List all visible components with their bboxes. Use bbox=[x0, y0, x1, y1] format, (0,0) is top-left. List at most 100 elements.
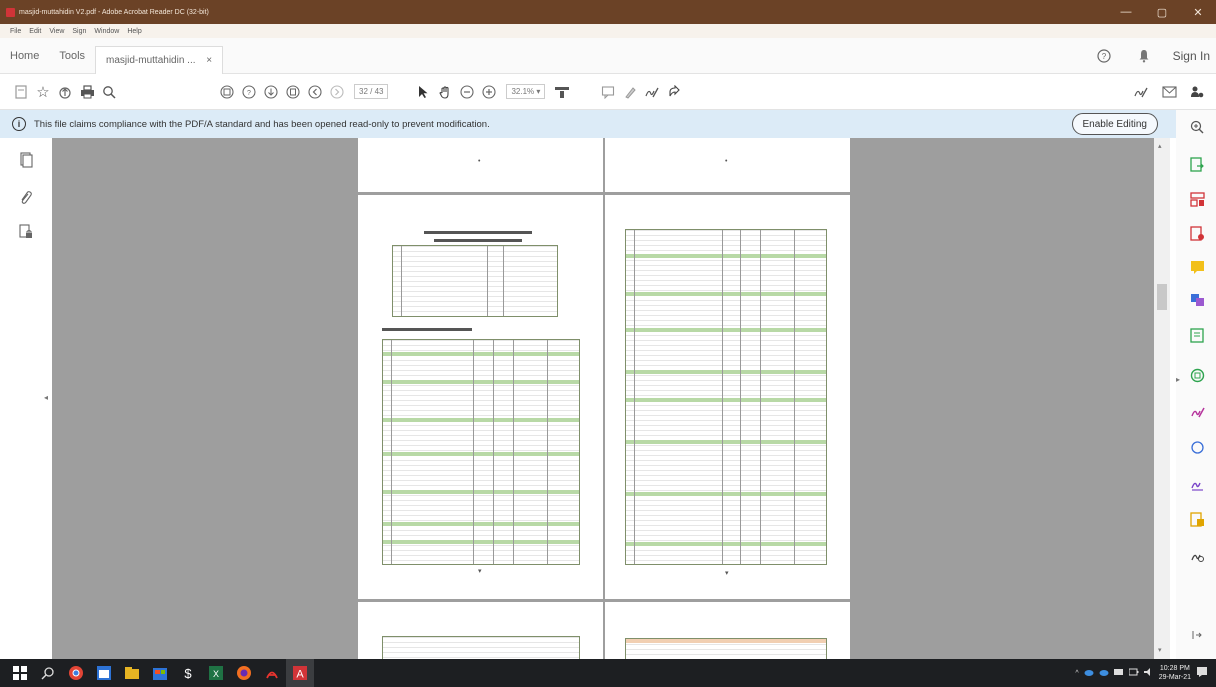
comment-icon[interactable] bbox=[597, 81, 619, 103]
vertical-scrollbar[interactable]: ▴ ▾ bbox=[1154, 138, 1170, 659]
page-arrow-mark: ▾ bbox=[478, 568, 482, 575]
send-for-review-icon[interactable] bbox=[1188, 510, 1206, 528]
show-hidden-icons[interactable]: ^ bbox=[1075, 670, 1078, 677]
summary-table bbox=[392, 245, 558, 317]
menu-window[interactable]: Window bbox=[94, 28, 119, 35]
detail-table bbox=[625, 229, 827, 565]
zoom-value: 32.1% bbox=[511, 87, 535, 96]
volume-icon[interactable] bbox=[1143, 668, 1154, 678]
fill-sign-icon[interactable] bbox=[1130, 81, 1152, 103]
scrollbar-thumb[interactable] bbox=[1157, 284, 1167, 310]
menu-view[interactable]: View bbox=[49, 28, 64, 35]
document-viewer[interactable]: • • ▾ ▾ bbox=[52, 138, 1154, 659]
create-pdf-icon[interactable] bbox=[10, 81, 32, 103]
scan-ocr-icon[interactable] bbox=[1188, 366, 1206, 384]
scan-icon[interactable] bbox=[216, 81, 238, 103]
scroll-up-icon[interactable]: ▴ bbox=[1158, 142, 1162, 150]
request-signature-icon[interactable] bbox=[1188, 474, 1206, 492]
attachments-icon[interactable] bbox=[18, 190, 34, 206]
pdf-page: • bbox=[605, 138, 850, 192]
chrome-icon[interactable] bbox=[62, 659, 90, 687]
onedrive-icon[interactable] bbox=[1099, 668, 1109, 678]
tab-document[interactable]: masjid-muttahidin ... × bbox=[95, 45, 224, 74]
more-tools-icon[interactable] bbox=[1188, 546, 1206, 564]
protect-icon[interactable] bbox=[1188, 438, 1206, 456]
page-thumbnails-icon[interactable] bbox=[18, 152, 34, 168]
tab-close-icon[interactable]: × bbox=[206, 55, 212, 66]
bell-icon[interactable] bbox=[1133, 45, 1155, 67]
enable-editing-button[interactable]: Enable Editing bbox=[1071, 113, 1158, 135]
detail-table bbox=[625, 638, 827, 659]
highlight-pen-icon[interactable] bbox=[619, 81, 641, 103]
system-tray: ^ 10:28 PM 29-Mar-21 bbox=[1075, 664, 1216, 682]
zoom-out-icon[interactable] bbox=[456, 81, 478, 103]
acrobat-app-icon bbox=[6, 7, 15, 17]
organize-pages-icon[interactable] bbox=[1188, 190, 1206, 208]
table-heading bbox=[382, 328, 472, 331]
maximize-button[interactable]: ▢ bbox=[1144, 6, 1180, 19]
sign-icon[interactable] bbox=[641, 81, 663, 103]
left-panel-toggle-icon[interactable]: ◂ bbox=[44, 393, 48, 402]
star-icon[interactable]: ☆ bbox=[32, 81, 54, 103]
pdf-page bbox=[605, 602, 850, 659]
title-bar: masjid-muttahidin V2.pdf - Adobe Acrobat… bbox=[0, 0, 1216, 24]
page-number-mark: • bbox=[725, 158, 728, 165]
taskbar-clock[interactable]: 10:28 PM 29-Mar-21 bbox=[1159, 664, 1191, 682]
print-icon[interactable] bbox=[76, 81, 98, 103]
select-cursor-icon[interactable] bbox=[412, 81, 434, 103]
finance-app-icon[interactable]: $ bbox=[174, 659, 202, 687]
edit-pdf-tool-icon[interactable] bbox=[1188, 326, 1206, 344]
comment-tool-icon[interactable]: ? bbox=[238, 81, 260, 103]
menu-edit[interactable]: Edit bbox=[29, 28, 41, 35]
excel-icon[interactable]: X bbox=[202, 659, 230, 687]
create-pdf-tool-icon[interactable] bbox=[1188, 224, 1206, 242]
next-page-icon[interactable] bbox=[326, 81, 348, 103]
tab-tools[interactable]: Tools bbox=[49, 38, 95, 74]
network-icon[interactable] bbox=[1113, 668, 1124, 678]
firefox-icon[interactable] bbox=[230, 659, 258, 687]
previous-page-icon[interactable] bbox=[304, 81, 326, 103]
pdf-page: • bbox=[358, 138, 603, 192]
sign-in-link[interactable]: Sign In bbox=[1173, 49, 1210, 63]
zoom-search-icon[interactable] bbox=[1188, 118, 1206, 136]
file-explorer-icon[interactable] bbox=[118, 659, 146, 687]
help-icon[interactable]: ? bbox=[1093, 45, 1115, 67]
zoom-in-icon[interactable] bbox=[478, 81, 500, 103]
calendar-app-icon[interactable] bbox=[90, 659, 118, 687]
acrobat-pdf-icon[interactable] bbox=[258, 659, 286, 687]
store-icon[interactable] bbox=[146, 659, 174, 687]
scroll-down-icon[interactable]: ▾ bbox=[1158, 646, 1162, 654]
zoom-select[interactable]: 32.1% ▾ bbox=[506, 84, 546, 99]
page-display-icon[interactable] bbox=[551, 81, 573, 103]
share-icon[interactable] bbox=[663, 81, 685, 103]
fill-and-sign-icon[interactable] bbox=[1188, 402, 1206, 420]
close-button[interactable]: ✕ bbox=[1180, 6, 1216, 19]
menu-file[interactable]: File bbox=[10, 28, 21, 35]
download-icon[interactable] bbox=[260, 81, 282, 103]
menu-help[interactable]: Help bbox=[127, 28, 141, 35]
right-panel-toggle-icon[interactable]: ▸ bbox=[1176, 375, 1180, 384]
windows-start-icon[interactable] bbox=[6, 659, 34, 687]
cloud-icon[interactable] bbox=[1084, 668, 1094, 678]
edit-pdf-icon[interactable] bbox=[282, 81, 304, 103]
comment-tool-side-icon[interactable] bbox=[1188, 258, 1206, 276]
share-user-icon[interactable] bbox=[1186, 81, 1208, 103]
mail-icon[interactable] bbox=[1158, 81, 1180, 103]
menu-sign[interactable]: Sign bbox=[72, 28, 86, 35]
battery-icon[interactable] bbox=[1128, 668, 1139, 678]
search-icon[interactable] bbox=[98, 81, 120, 103]
acrobat-reader-active-icon[interactable]: A bbox=[286, 659, 314, 687]
notifications-icon[interactable] bbox=[1196, 666, 1208, 680]
minimize-button[interactable]: — bbox=[1108, 6, 1144, 18]
tab-document-label: masjid-muttahidin ... bbox=[106, 54, 196, 66]
search-taskbar-icon[interactable] bbox=[34, 659, 62, 687]
combine-files-icon[interactable] bbox=[1188, 290, 1206, 308]
collapse-tools-icon[interactable] bbox=[1188, 626, 1206, 644]
right-tools-panel: ▸ bbox=[1176, 110, 1216, 659]
hand-tool-icon[interactable] bbox=[434, 81, 456, 103]
lock-document-icon[interactable] bbox=[18, 224, 34, 240]
tab-home[interactable]: Home bbox=[0, 38, 49, 74]
upload-icon[interactable] bbox=[54, 81, 76, 103]
export-pdf-icon[interactable] bbox=[1188, 155, 1206, 173]
page-number-input[interactable]: 32 / 43 bbox=[354, 84, 389, 99]
